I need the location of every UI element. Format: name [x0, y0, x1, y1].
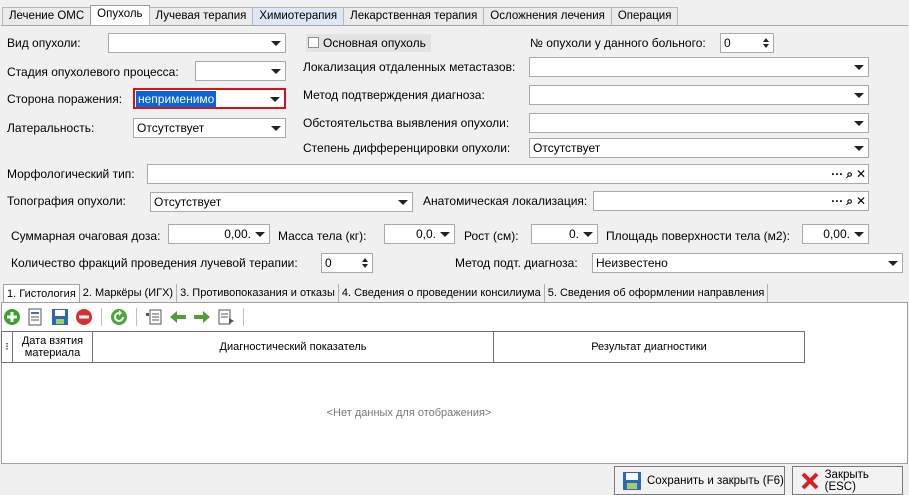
- confirm-method-label: Метод подтверждения диагноза:: [303, 88, 485, 102]
- tab-drug-therapy[interactable]: Лекарственная терапия: [343, 7, 485, 25]
- chevron-down-icon[interactable]: [398, 200, 408, 205]
- confirm-method-combo[interactable]: [529, 85, 869, 105]
- tab-histology[interactable]: 1. Гистология: [3, 284, 80, 302]
- save-icon[interactable]: [50, 307, 70, 327]
- close-button[interactable]: Закрыть (ESC): [792, 466, 903, 495]
- column-header-date[interactable]: Дата взятия материала: [13, 331, 93, 363]
- chevron-down-icon[interactable]: [255, 232, 265, 237]
- chevron-down-icon[interactable]: [854, 146, 864, 151]
- area-label: Площадь поверхности тела (м2):: [606, 229, 790, 243]
- diag-method-label: Метод подт. диагноза:: [455, 256, 578, 270]
- columns-icon[interactable]: [144, 307, 164, 327]
- laterality-combo[interactable]: Отсутствует: [133, 118, 286, 138]
- spin-down-icon[interactable]: [763, 44, 769, 48]
- chevron-down-icon[interactable]: [440, 232, 450, 237]
- metastasis-combo[interactable]: [529, 57, 869, 77]
- side-combo[interactable]: неприменимо: [133, 88, 286, 109]
- row-selector-icon: ⁝: [5, 341, 9, 353]
- spin-up-icon[interactable]: [763, 38, 769, 42]
- laterality-label: Латеральность:: [7, 121, 95, 135]
- ellipsis-icon[interactable]: ···: [831, 166, 843, 182]
- side-label: Сторона поражения:: [7, 92, 123, 106]
- chevron-down-icon[interactable]: [271, 126, 281, 131]
- toolbar-separator: [243, 308, 244, 326]
- search-icon[interactable]: ⌕: [846, 166, 853, 182]
- stage-combo[interactable]: [195, 61, 286, 81]
- anat-lookup[interactable]: ··· ⌕ ✕: [593, 191, 869, 211]
- tab-tumor[interactable]: Опухоль: [90, 5, 150, 25]
- close-icon[interactable]: ✕: [856, 193, 866, 209]
- differentiation-combo[interactable]: Отсутствует: [529, 138, 869, 158]
- chevron-down-icon[interactable]: [854, 232, 864, 237]
- lower-tabs: 1. Гистология 2. Маркёры (ИГХ) 3. Против…: [3, 284, 769, 302]
- delete-icon[interactable]: [74, 307, 94, 327]
- height-input[interactable]: 0.: [531, 224, 598, 244]
- column-header-indicator[interactable]: Диагностический показатель: [93, 331, 494, 363]
- height-label: Рост (см):: [464, 229, 519, 243]
- chevron-down-icon[interactable]: [854, 65, 864, 70]
- differentiation-label: Степень дифференцировки опухоли:: [303, 141, 511, 155]
- tab-referral[interactable]: 5. Сведения об оформлении направления: [545, 284, 769, 302]
- circumstances-label: Обстоятельства выявления опухоли:: [303, 116, 510, 130]
- topography-combo[interactable]: Отсутствует: [150, 192, 413, 212]
- chevron-down-icon[interactable]: [854, 121, 864, 126]
- spin-down-icon[interactable]: [362, 264, 368, 268]
- main-tumor-checkbox[interactable]: Основная опухоль: [306, 34, 431, 52]
- tumor-number-spinner[interactable]: 0: [720, 33, 774, 53]
- mass-label: Масса тела (кг):: [278, 229, 367, 243]
- ellipsis-icon[interactable]: ···: [831, 193, 843, 209]
- tab-radiation[interactable]: Лучевая терапия: [148, 7, 254, 25]
- anat-label: Анатомическая локализация:: [423, 194, 588, 208]
- morph-lookup[interactable]: ··· ⌕ ✕: [147, 164, 869, 184]
- stage-label: Стадия опухолевого процесса:: [7, 65, 179, 79]
- morph-label: Морфологический тип:: [7, 167, 135, 181]
- edit-icon[interactable]: [26, 307, 46, 327]
- chevron-down-icon[interactable]: [271, 69, 281, 74]
- export-icon[interactable]: [216, 307, 236, 327]
- toolbar-separator: [101, 308, 102, 326]
- tumor-type-label: Вид опухоли:: [7, 36, 81, 50]
- circumstances-combo[interactable]: [529, 113, 869, 133]
- empty-grid-message: <Нет данных для отображения>: [326, 407, 492, 419]
- diag-method-combo[interactable]: Неизвестено: [592, 253, 903, 273]
- search-icon[interactable]: ⌕: [846, 193, 853, 209]
- spin-up-icon[interactable]: [362, 258, 368, 262]
- tab-markers[interactable]: 2. Маркёры (ИГХ): [80, 284, 178, 302]
- dose-input[interactable]: 0,00.: [168, 224, 270, 244]
- tab-omc-treatment[interactable]: Лечение ОМС: [2, 7, 92, 25]
- tab-complications[interactable]: Осложнения лечения: [483, 7, 612, 25]
- tab-operation[interactable]: Операция: [610, 7, 679, 25]
- chevron-down-icon[interactable]: [854, 93, 864, 98]
- save-close-button[interactable]: Сохранить и закрыть (F6): [614, 466, 785, 495]
- tumor-type-combo[interactable]: [108, 33, 286, 53]
- chevron-down-icon[interactable]: [271, 41, 281, 46]
- tab-contraindications[interactable]: 3. Противопоказания и отказы: [177, 284, 339, 302]
- dose-label: Суммарная очаговая доза:: [11, 229, 161, 243]
- top-tabs: Лечение ОМС Опухоль Лучевая терапия Хими…: [2, 5, 679, 26]
- chevron-down-icon[interactable]: [888, 261, 898, 266]
- add-icon[interactable]: [2, 307, 22, 327]
- metastasis-label: Локализация отдаленных метастазов:: [303, 60, 516, 74]
- mass-input[interactable]: 0,0.: [384, 224, 455, 244]
- refresh-icon[interactable]: [109, 307, 129, 327]
- close-icon: [799, 470, 821, 492]
- checkbox-box[interactable]: [308, 37, 319, 48]
- chevron-down-icon[interactable]: [270, 97, 280, 102]
- arrow-left-icon[interactable]: [168, 307, 188, 327]
- chevron-down-icon[interactable]: [583, 232, 593, 237]
- row-selector-header[interactable]: ⁝: [1, 331, 13, 363]
- save-icon: [621, 470, 643, 492]
- tab-chemo[interactable]: Химиотерапия: [252, 7, 345, 25]
- column-header-result[interactable]: Результат диагностики: [494, 331, 805, 363]
- fractions-spinner[interactable]: 0: [321, 253, 373, 273]
- arrow-right-icon[interactable]: [192, 307, 212, 327]
- fractions-label: Количество фракций проведения лучевой те…: [11, 256, 298, 270]
- toolbar-separator: [136, 308, 137, 326]
- tumor-number-label: № опухоли у данного больного:: [530, 36, 706, 50]
- tab-consilium[interactable]: 4. Сведения о проведении консилиума: [339, 284, 545, 302]
- topography-label: Топография опухоли:: [7, 194, 126, 208]
- close-icon[interactable]: ✕: [856, 166, 866, 182]
- area-input[interactable]: 0,00.: [802, 224, 869, 244]
- grid-toolbar: [2, 306, 247, 328]
